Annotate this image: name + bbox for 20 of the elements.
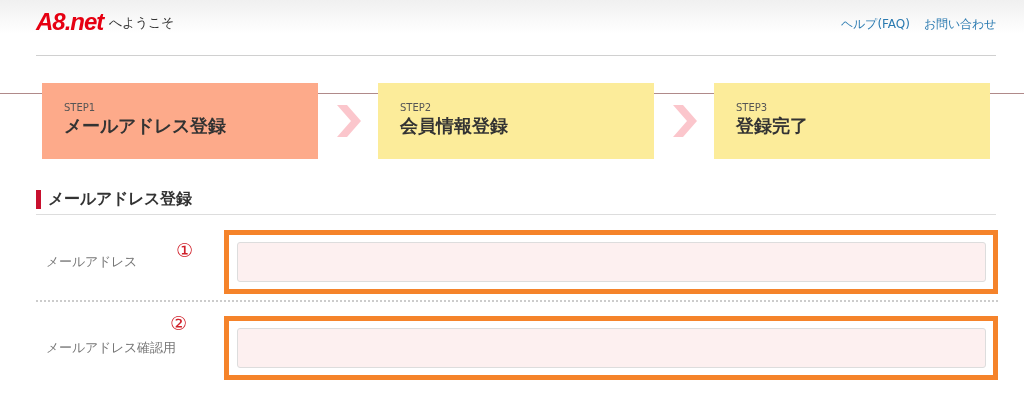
chevron-icon: [671, 105, 697, 137]
step-number: STEP3: [736, 102, 769, 113]
input-field[interactable]: [237, 328, 986, 368]
step-title: 登録完了: [736, 114, 809, 138]
step-title: メールアドレス登録: [64, 114, 227, 138]
section-heading: メールアドレス登録: [48, 189, 192, 210]
chevron-icon: [335, 105, 361, 137]
step-number: STEP2: [400, 102, 433, 113]
field-label: メールアドレス確認用: [45, 339, 177, 357]
heading-bar: [36, 190, 41, 209]
step-title: 会員情報登録: [400, 114, 509, 138]
input-field[interactable]: [237, 241, 986, 282]
logo: A8.net: [36, 8, 104, 36]
header-link[interactable]: ヘルプ(FAQ): [841, 16, 910, 33]
field-label: メールアドレス: [45, 252, 138, 271]
number-marker: ②: [170, 312, 188, 334]
step-number: STEP1: [64, 102, 97, 113]
number-marker: ①: [176, 239, 194, 261]
welcome-text: へようこそ: [109, 14, 175, 32]
header-link[interactable]: お問い合わせ: [924, 16, 996, 33]
